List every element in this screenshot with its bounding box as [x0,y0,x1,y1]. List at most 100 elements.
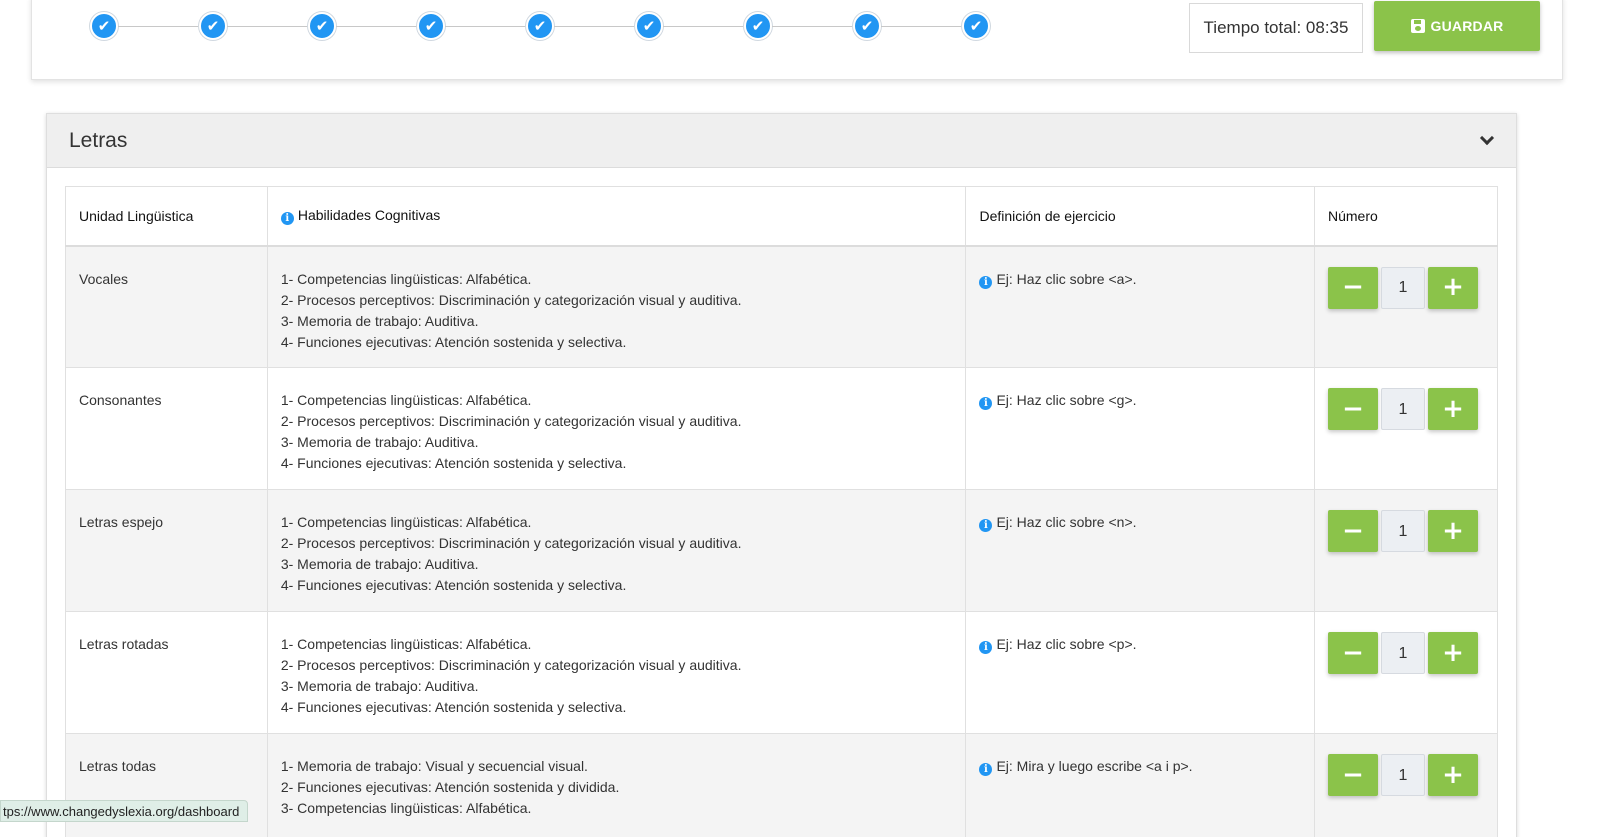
definition-text: Ej: Haz clic sobre <p>. [996,636,1137,652]
definition-cell: i Ej: Mira y luego escribe <a i p>. [965,733,1315,837]
number-cell: − 1 + [1313,367,1499,490]
table-row: Consonantes 1- Competencias lingüisticas… [65,367,1499,490]
step-complete-icon[interactable]: ✔ [744,12,772,40]
quantity-value[interactable]: 1 [1380,632,1425,674]
step-complete-icon[interactable]: ✔ [962,12,990,40]
skill-line: 1- Competencias lingüisticas: Alfabética… [280,514,532,530]
total-time-display: Tiempo total: 08:35 [1189,3,1363,53]
skills-cell: 1- Competencias lingüisticas: Alfabética… [266,611,967,734]
info-icon[interactable]: i [979,763,993,776]
skill-line: 4- Funciones ejecutivas: Atención sosten… [280,699,627,715]
step-connector [881,25,962,27]
header-skills-label: Habilidades Cognitivas [297,206,441,223]
skills-cell: 1- Competencias lingüisticas: Alfabética… [266,245,967,368]
decrement-button[interactable]: − [1327,388,1378,430]
decrement-button[interactable]: − [1327,510,1378,552]
step-complete-icon[interactable]: ✔ [199,12,227,40]
quantity-value[interactable]: 1 [1380,510,1425,552]
increment-button[interactable]: + [1427,388,1478,430]
step-connector [445,25,526,27]
quantity-value[interactable]: 1 [1380,388,1425,430]
definition-cell: i Ej: Haz clic sobre <g>. [965,367,1315,490]
number-cell: − 1 + [1313,245,1499,368]
number-cell: − 1 + [1313,611,1499,734]
definition-text: Ej: Mira y luego escribe <a i p>. [996,758,1193,774]
skill-line: 4- Funciones ejecutivas: Atención sosten… [280,333,627,350]
info-icon[interactable]: i [979,397,993,410]
step-complete-icon[interactable]: ✔ [635,12,663,40]
skills-cell: 1- Competencias lingüisticas: Alfabética… [266,489,967,612]
step-complete-icon[interactable]: ✔ [417,12,445,40]
skill-line: 3- Memoria de trabajo: Auditiva. [280,434,479,450]
quantity-stepper: − 1 + [1327,754,1484,796]
skill-line: 2- Procesos perceptivos: Discriminación … [280,291,742,308]
letras-panel: Letras Unidad Lingüistica i Habilidades C… [46,113,1517,837]
decrement-button[interactable]: − [1327,754,1378,796]
step-complete-icon[interactable]: ✔ [308,12,336,40]
definition-cell: i Ej: Haz clic sobre <p>. [965,611,1315,734]
panel-header[interactable]: Letras [47,114,1516,168]
status-bar-url: tps://www.changedyslexia.org/dashboard [0,800,249,822]
panel-title: Letras [69,128,128,152]
save-button-label: GUARDAR [1430,18,1504,34]
header-definition: Definición de ejercicio [965,186,1315,247]
skill-line: 2- Funciones ejecutivas: Atención sosten… [280,779,620,795]
table-header-row: Unidad Lingüistica i Habilidades Cognitiv… [65,186,1499,247]
skill-line: 2- Procesos perceptivos: Discriminación … [280,413,742,429]
header-number: Número [1313,186,1499,247]
increment-button[interactable]: + [1427,632,1478,674]
info-icon[interactable]: i [979,641,993,654]
quantity-value[interactable]: 1 [1380,754,1425,796]
unit-cell: Vocales [65,245,268,368]
number-cell: − 1 + [1313,733,1499,837]
increment-button[interactable]: + [1427,266,1478,309]
skill-line: 3- Memoria de trabajo: Auditiva. [280,678,479,694]
increment-button[interactable]: + [1427,754,1478,796]
step-connector [772,25,853,27]
save-button[interactable]: GUARDAR [1374,1,1540,51]
decrement-button[interactable]: − [1327,632,1378,674]
step-complete-icon[interactable]: ✔ [90,12,118,40]
unit-cell: Letras rotadas [65,611,268,734]
step-connector [336,25,417,27]
info-icon[interactable]: i [280,211,294,225]
quantity-stepper: − 1 + [1327,388,1484,430]
table-row: Letras rotadas 1- Competencias lingüisti… [65,611,1499,734]
table-row: Letras espejo 1- Competencias lingüistic… [65,489,1499,612]
progress-steps: ✔ ✔ ✔ ✔ ✔ ✔ ✔ ✔ ✔ [90,11,990,41]
table-row: Letras todas 1- Memoria de trabajo: Visu… [65,733,1499,837]
skill-line: 2- Procesos perceptivos: Discriminación … [280,535,742,551]
skill-line: 3- Competencias lingüisticas: Alfabética… [280,800,532,816]
top-toolbar: ✔ ✔ ✔ ✔ ✔ ✔ ✔ ✔ ✔ Tiempo total: 08:35 GUARDAR [31,0,1563,80]
floppy-disk-icon [1410,19,1425,33]
header-skills: i Habilidades Cognitivas [266,186,967,247]
chevron-down-icon[interactable] [1479,130,1495,145]
definition-text: Ej: Haz clic sobre <n>. [996,514,1137,530]
definition-text: Ej: Haz clic sobre <a>. [996,270,1137,287]
info-icon[interactable]: i [979,275,993,289]
increment-button[interactable]: + [1427,510,1478,552]
skill-line: 2- Procesos perceptivos: Discriminación … [280,657,742,673]
definition-cell: i Ej: Haz clic sobre <n>. [965,489,1315,612]
table-row: Vocales 1- Competencias lingüisticas: Al… [65,245,1499,368]
skill-line: 3- Memoria de trabajo: Auditiva. [280,556,479,572]
skill-line: 1- Competencias lingüisticas: Alfabética… [280,392,532,408]
quantity-value[interactable]: 1 [1380,266,1425,309]
skill-line: 1- Memoria de trabajo: Visual y secuenci… [280,758,588,774]
decrement-button[interactable]: − [1327,266,1378,309]
skill-line: 4- Funciones ejecutivas: Atención sosten… [280,577,627,593]
header-unit: Unidad Lingüistica [65,186,268,247]
quantity-stepper: − 1 + [1327,632,1484,674]
step-connector [663,25,744,27]
skill-line: 1- Competencias lingüisticas: Alfabética… [280,270,532,287]
definition-cell: i Ej: Haz clic sobre <a>. [965,245,1315,368]
skills-cell: 1- Memoria de trabajo: Visual y secuenci… [266,733,967,837]
number-cell: − 1 + [1313,489,1499,612]
step-connector [118,25,199,27]
step-connector [554,25,635,27]
step-connector [227,25,308,27]
skills-cell: 1- Competencias lingüisticas: Alfabética… [266,367,967,490]
step-complete-icon[interactable]: ✔ [853,12,881,40]
step-complete-icon[interactable]: ✔ [526,12,554,40]
info-icon[interactable]: i [979,519,993,532]
